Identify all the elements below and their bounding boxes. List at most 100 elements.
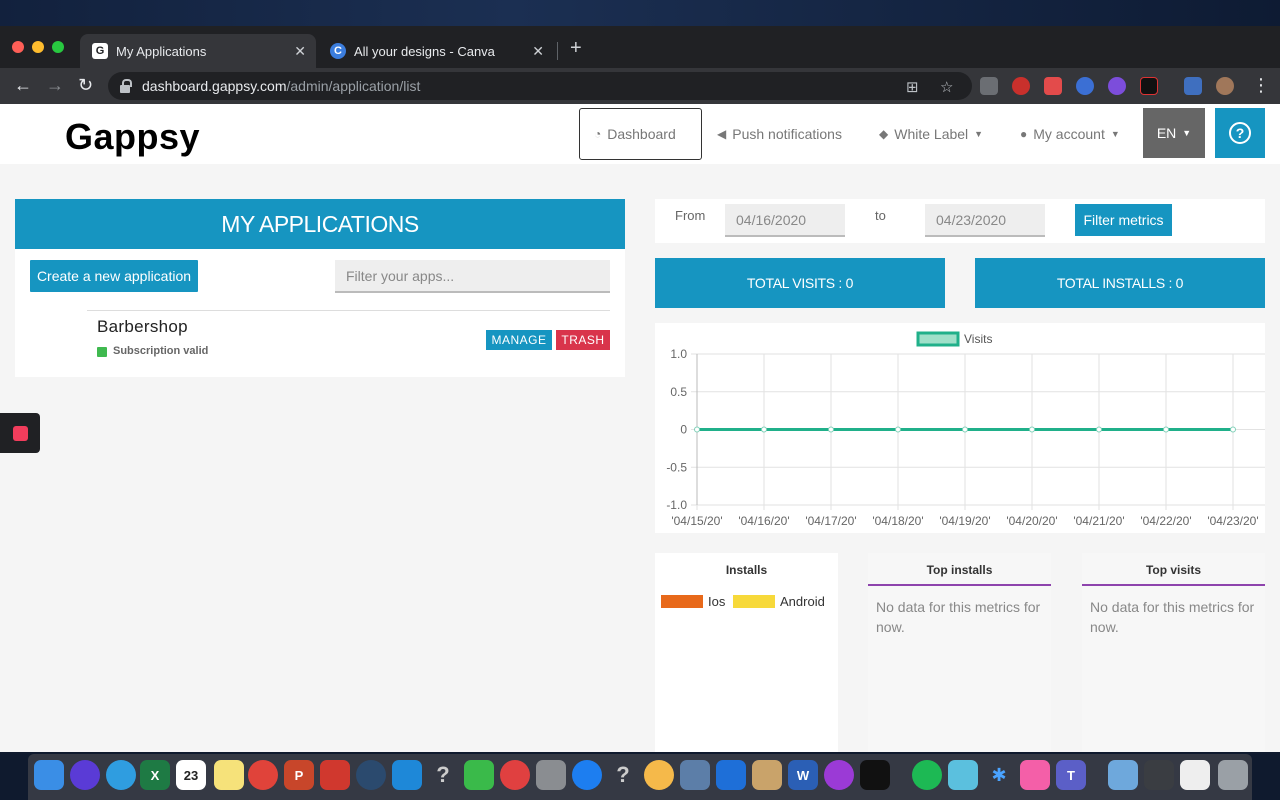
itunes-icon[interactable] [1020,760,1050,790]
android-legend-swatch[interactable] [733,595,775,608]
archive-icon[interactable] [752,760,782,790]
my-applications-header: MY APPLICATIONS [15,199,625,249]
data-point [1163,426,1169,433]
trash-icon[interactable] [1218,760,1248,790]
bluetooth-icon[interactable]: ✱ [984,760,1014,790]
recent-item-icon[interactable] [1144,760,1174,790]
tab-separator [557,42,558,60]
manage-button[interactable]: MANAGE [486,330,552,350]
browser-menu-icon[interactable]: ⋮ [1252,75,1270,95]
extension-purple-icon[interactable] [1108,77,1126,95]
lotus-app-icon[interactable] [500,760,530,790]
forward-arrow-icon[interactable]: → [46,75,64,95]
nav-white-label[interactable]: ◆ White Label ▼ [879,108,983,160]
browser-toolbar: ← → ↻ dashboard.gappsy.com/admin/applica… [0,68,1280,104]
recent-document-icon[interactable] [1180,760,1210,790]
close-tab-icon[interactable]: ✕ [532,43,544,60]
downloads-folder-icon[interactable] [1108,760,1138,790]
ios-legend-swatch[interactable] [661,595,703,608]
data-point [828,426,834,433]
macos-dock: X 23 P ? ? W ✱ T [28,754,1252,800]
desktop-background [0,0,1280,26]
safari-icon[interactable] [106,760,136,790]
bookmark-star-icon[interactable]: ☆ [940,78,953,96]
preview-icon[interactable] [680,760,710,790]
excel-icon[interactable]: X [140,760,170,790]
filter-apps-input[interactable] [335,260,610,293]
tags-icon: ◆ [879,127,889,141]
minimize-window-button[interactable] [32,41,44,53]
url-path: /admin/application/list [286,78,421,94]
quicktime-icon[interactable] [356,760,386,790]
tab-canva[interactable]: C All your designs - Canva ✕ [318,34,554,68]
ios-legend-label: Ios [708,594,726,609]
close-window-button[interactable] [12,41,24,53]
back-arrow-icon[interactable]: ← [14,75,32,95]
to-date-input[interactable]: 04/23/2020 [925,204,1045,237]
filter-metrics-button[interactable]: Filter metrics [1075,204,1172,236]
unknown-app-icon[interactable]: ? [608,760,638,790]
nav-dashboard[interactable]: ◔ Dashboard [579,108,702,160]
unknown-app-icon[interactable]: ? [428,760,458,790]
reload-icon[interactable]: ↻ [78,75,93,95]
powerpoint-icon[interactable]: P [284,760,314,790]
extension-code-icon[interactable] [980,77,998,95]
remote-desktop-icon[interactable] [320,760,350,790]
sd-card-icon[interactable] [392,760,422,790]
calendar-icon[interactable]: 23 [176,760,206,790]
tab-my-applications[interactable]: G My Applications ✕ [80,34,316,68]
facetime-icon[interactable] [464,760,494,790]
app-name[interactable]: Barbershop [97,317,188,337]
x-tick-label: '04/19/20' [939,514,990,528]
teamviewer-icon[interactable] [716,760,746,790]
teams-icon[interactable]: T [1056,760,1086,790]
top-visits-card: Top visits No data for this metrics for … [1082,553,1265,752]
profile-avatar[interactable] [1216,77,1234,95]
open-sign-icon[interactable] [948,760,978,790]
gappsy-logo[interactable]: Gappsy [65,116,200,158]
extension-dark-icon[interactable] [1140,77,1158,95]
chrome-icon[interactable] [248,760,278,790]
new-tab-button[interactable]: + [570,38,582,58]
nav-dashboard-label: Dashboard [607,126,676,142]
canva-favicon-icon: C [330,43,346,59]
card-divider [868,584,1051,586]
floating-record-widget[interactable] [0,413,40,453]
create-application-button[interactable]: Create a new application [30,260,198,292]
y-tick-label: 0 [680,423,687,437]
nav-my-account[interactable]: ● My account ▼ [1020,108,1120,160]
data-point [761,426,767,433]
notes-icon[interactable] [214,760,244,790]
help-button[interactable]: ? [1215,108,1265,158]
siri-icon[interactable] [70,760,100,790]
extension-paw-icon[interactable] [1076,77,1094,95]
y-tick-label: -1.0 [666,498,687,512]
top-installs-card: Top installs No data for this metrics fo… [868,553,1051,752]
cast-icon[interactable] [1184,77,1202,95]
user-icon: ● [1020,127,1028,141]
extension-notes-icon[interactable] [1044,77,1062,95]
maximize-window-button[interactable] [52,41,64,53]
finder-icon[interactable] [34,760,64,790]
from-date-input[interactable]: 04/16/2020 [725,204,845,237]
to-label: to [875,208,886,223]
language-dropdown[interactable]: EN ▼ [1143,108,1205,158]
legend-swatch [916,331,960,347]
url-host: dashboard.gappsy.com [142,78,287,94]
system-preferences-icon[interactable] [536,760,566,790]
address-bar[interactable]: dashboard.gappsy.com/admin/application/l… [108,72,972,100]
translate-icon[interactable]: ⊞ [906,78,919,96]
podcasts-icon[interactable] [824,760,854,790]
total-installs-box: TOTAL INSTALLS : 0 [975,258,1265,308]
close-tab-icon[interactable]: ✕ [294,43,306,60]
browser-window: G My Applications ✕ C All your designs -… [0,26,1280,752]
spotify-icon[interactable] [912,760,942,790]
app-store-icon[interactable] [572,760,602,790]
photos-icon[interactable] [644,760,674,790]
extension-red-icon[interactable] [1012,77,1030,95]
apple-tv-icon[interactable] [860,760,890,790]
nav-push-notifications[interactable]: ◀ Push notifications [717,108,842,160]
record-stop-icon [12,425,28,441]
word-icon[interactable]: W [788,760,818,790]
trash-button[interactable]: TRASH [556,330,610,350]
